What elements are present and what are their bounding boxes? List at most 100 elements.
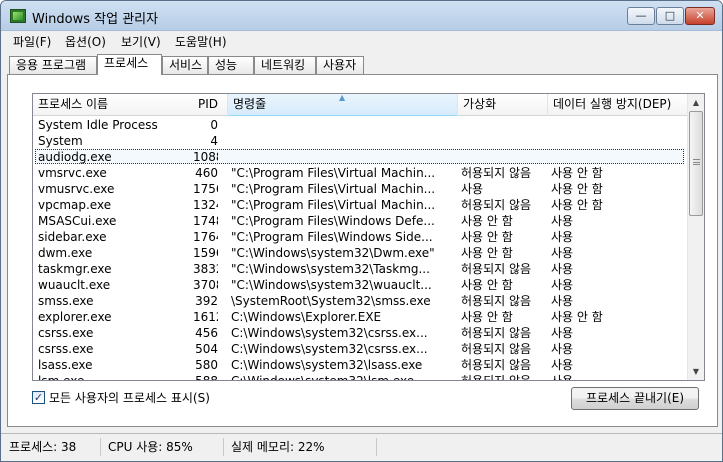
cell-dep: 사용	[551, 214, 574, 228]
cell-dep: 사용	[551, 262, 574, 276]
vertical-scrollbar[interactable]: ▲ ▼	[687, 94, 704, 380]
cell-command-line: "C:\Windows\system32\Taskmg...	[231, 262, 430, 276]
cell-process-name: System Idle Process	[38, 118, 158, 132]
table-row[interactable]: System Idle Process 0	[33, 117, 688, 133]
cell-command-line: "C:\Program Files\Virtual Machin...	[231, 198, 436, 212]
table-row[interactable]: csrss.exe 456 C:\Windows\system32\csrss.ex…	[33, 325, 688, 341]
cell-dep: 사용	[551, 326, 574, 340]
menu-options[interactable]: 옵션(O)	[63, 33, 108, 50]
table-row[interactable]: lsm.exe 588 C:\Windows\system32\lsm.exe 허용되…	[33, 373, 688, 381]
table-row[interactable]: System 4	[33, 133, 688, 149]
table-row[interactable]: taskmgr.exe 3832 "C:\Windows\system32\Task…	[33, 261, 688, 277]
grip-icon	[693, 159, 700, 165]
cell-pid: 1088	[193, 150, 218, 164]
cell-process-name: vmsrvc.exe	[38, 166, 107, 180]
cell-process-name: dwm.exe	[38, 246, 93, 260]
table-row[interactable]: smss.exe 392 \SystemRoot\System32\smss.exe…	[33, 293, 688, 309]
menu-bar: 파일(F) 옵션(O) 보기(V) 도움말(H)	[1, 31, 722, 51]
cell-command-line: "C:\Program Files\Virtual Machin...	[231, 182, 436, 196]
cell-process-name: vpcmap.exe	[38, 198, 112, 212]
maximize-button[interactable]: □	[656, 7, 684, 25]
cell-process-name: vmusrvc.exe	[38, 182, 115, 196]
cell-process-name: csrss.exe	[38, 326, 94, 340]
table-row[interactable]: MSASCui.exe 1748 "C:\Program Files\Windows…	[33, 213, 688, 229]
table-row[interactable]: vmsrvc.exe 460 "C:\Program Files\Virtual M…	[33, 165, 688, 181]
cell-virtualization: 허용되지 않음	[461, 294, 532, 308]
tab-networking[interactable]: 네트워킹	[254, 56, 316, 74]
table-row[interactable]: sidebar.exe 1764 "C:\Program Files\Windows…	[33, 229, 688, 245]
table-row[interactable]: csrss.exe 504 C:\Windows\system32\csrss.ex…	[33, 341, 688, 357]
cell-process-name: System	[38, 134, 83, 148]
cell-dep: 사용 안 함	[551, 198, 603, 212]
close-icon: ✕	[695, 9, 705, 22]
cell-pid: 1764	[193, 230, 218, 244]
cell-process-name: taskmgr.exe	[38, 262, 112, 276]
cell-virtualization: 허용되지 않음	[461, 326, 532, 340]
table-row[interactable]: vpcmap.exe 1324 "C:\Program Files\Virtual …	[33, 197, 688, 213]
menu-help[interactable]: 도움말(H)	[173, 33, 229, 50]
status-physical-memory: 실제 메모리: 22%	[227, 438, 377, 456]
title-bar[interactable]: Windows 작업 관리자 — □ ✕	[1, 1, 722, 31]
menu-file[interactable]: 파일(F)	[11, 33, 53, 50]
cell-pid: 4	[210, 134, 218, 148]
table-row[interactable]: vmusrvc.exe 1756 "C:\Program Files\Virtual…	[33, 181, 688, 197]
cell-virtualization: 허용되지 않음	[461, 374, 532, 381]
column-header-dep[interactable]: 데이터 실행 방지(DEP)	[548, 94, 688, 116]
cell-virtualization: 사용	[461, 182, 484, 196]
cell-command-line: C:\Windows\system32\csrss.ex...	[231, 342, 428, 356]
cell-process-name: lsass.exe	[38, 358, 93, 372]
cell-virtualization: 허용되지 않음	[461, 358, 532, 372]
task-manager-app-icon	[10, 9, 26, 23]
cell-virtualization: 사용 안 함	[461, 230, 513, 244]
cell-command-line: "C:\Program Files\Windows Defe...	[231, 214, 435, 228]
cell-pid: 1324	[193, 198, 218, 212]
process-list-header: 프로세스 이름 PID 명령줄 ▲ 가상화 데이터 실행 방지(DEP)	[33, 94, 688, 116]
minimize-button[interactable]: —	[627, 7, 655, 25]
scroll-down-icon[interactable]: ▼	[688, 363, 704, 380]
cell-pid: 3832	[193, 262, 218, 276]
cell-pid: 460	[195, 166, 218, 180]
column-header-virtualization[interactable]: 가상화	[458, 94, 548, 116]
cell-command-line: \SystemRoot\System32\smss.exe	[231, 294, 431, 308]
cell-dep: 사용 안 함	[551, 166, 603, 180]
checkmark-icon: ✓	[33, 391, 44, 404]
cell-command-line: C:\Windows\system32\csrss.ex...	[231, 326, 428, 340]
show-all-users-label: 모든 사용자의 프로세스 표시(S)	[49, 391, 210, 405]
end-process-button[interactable]: 프로세스 끝내기(E)	[571, 387, 699, 410]
cell-pid: 3708	[193, 278, 218, 292]
column-header-pid[interactable]: PID	[193, 94, 228, 116]
cell-virtualization: 사용 안 함	[461, 278, 513, 292]
cell-pid: 1756	[193, 182, 218, 196]
tab-services[interactable]: 서비스	[162, 56, 208, 74]
tab-applications[interactable]: 응용 프로그램	[9, 56, 97, 74]
table-row[interactable]: lsass.exe 580 C:\Windows\system32\lsass.ex…	[33, 357, 688, 373]
table-row[interactable]: explorer.exe 1612 C:\Windows\Explorer.EXE 사…	[33, 309, 688, 325]
process-list[interactable]: 프로세스 이름 PID 명령줄 ▲ 가상화 데이터 실행 방지(DEP) Sys…	[32, 93, 705, 381]
cell-virtualization: 사용 안 함	[461, 310, 513, 324]
table-row[interactable]: audiodg.exe 1088	[33, 149, 688, 165]
menu-view[interactable]: 보기(V)	[119, 33, 163, 50]
cell-command-line: "C:\Program Files\Windows Side...	[231, 230, 433, 244]
cell-dep: 사용	[551, 278, 574, 292]
cell-virtualization: 허용되지 않음	[461, 198, 532, 212]
window-title: Windows 작업 관리자	[32, 12, 159, 27]
tab-performance[interactable]: 성능	[208, 56, 254, 74]
cell-pid: 392	[195, 294, 218, 308]
status-cpu-usage: CPU 사용: 85%	[104, 438, 224, 456]
show-all-users-checkbox[interactable]: ✓	[32, 391, 45, 404]
cell-virtualization: 허용되지 않음	[461, 166, 532, 180]
cell-dep: 사용	[551, 374, 574, 381]
close-button[interactable]: ✕	[685, 7, 715, 25]
table-row[interactable]: dwm.exe 1596 "C:\Windows\system32\Dwm.exe"…	[33, 245, 688, 261]
scroll-thumb[interactable]	[689, 111, 703, 216]
cell-pid: 1748	[193, 214, 218, 228]
scroll-up-icon[interactable]: ▲	[688, 94, 704, 111]
table-row[interactable]: wuauclt.exe 3708 "C:\Windows\system32\wuau…	[33, 277, 688, 293]
tab-processes[interactable]: 프로세스	[97, 54, 162, 75]
tab-users[interactable]: 사용자	[316, 56, 364, 74]
cell-pid: 0	[210, 118, 218, 132]
cell-command-line: C:\Windows\system32\lsass.exe	[231, 358, 423, 372]
cell-process-name: lsm.exe	[38, 374, 85, 381]
cell-command-line: C:\Windows\system32\lsm.exe	[231, 374, 415, 381]
cell-command-line: C:\Windows\Explorer.EXE	[231, 310, 382, 324]
